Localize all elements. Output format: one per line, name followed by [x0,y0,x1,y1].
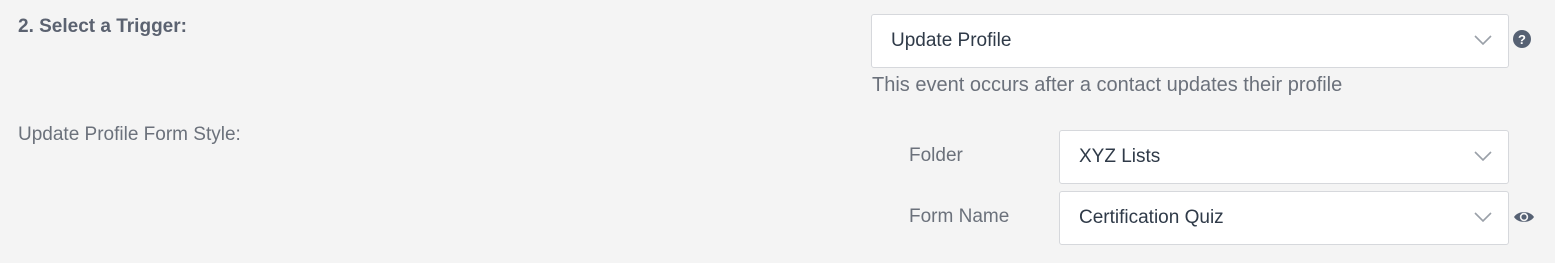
form-name-select[interactable]: Certification Quiz [1059,191,1509,245]
help-icon-glyph: ? [1518,31,1526,47]
chevron-down-icon [1474,35,1492,45]
section-title: 2. Select a Trigger: [18,16,187,37]
trigger-select-value: Update Profile [891,30,1012,51]
chevron-down-icon [1474,212,1492,222]
folder-select-value: XYZ Lists [1079,146,1161,167]
chevron-down-icon [1474,151,1492,161]
form-name-select-value: Certification Quiz [1079,207,1224,228]
question-circle-icon[interactable]: ? [1513,30,1531,48]
form-style-label: Update Profile Form Style: [18,124,241,145]
form-name-label: Form Name [909,206,1010,227]
folder-select[interactable]: XYZ Lists [1059,130,1509,184]
eye-icon[interactable] [1513,209,1535,225]
trigger-select[interactable]: Update Profile [871,14,1509,68]
trigger-description: This event occurs after a contact update… [872,74,1343,96]
trigger-settings-panel: 2. Select a Trigger: Update Profile ? Th… [0,0,1555,263]
folder-label: Folder [909,145,963,166]
